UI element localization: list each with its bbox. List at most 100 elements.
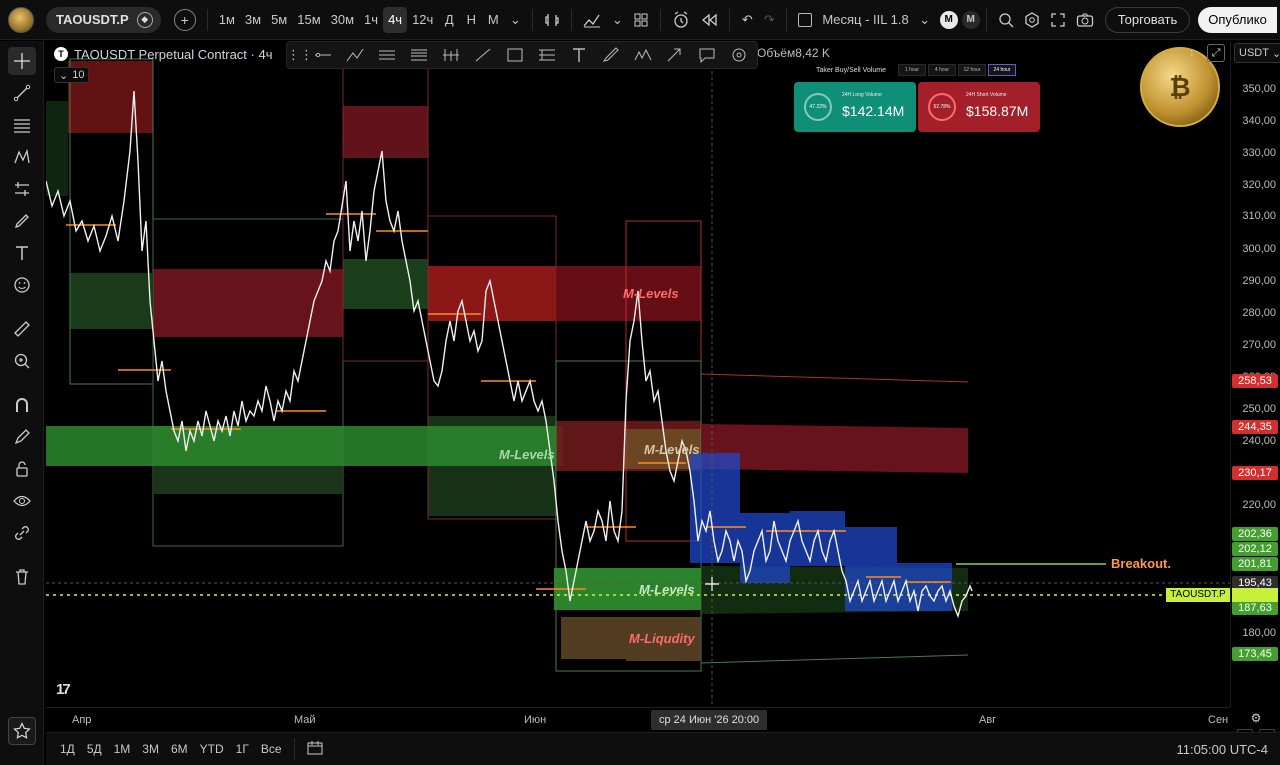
fib-channel-icon[interactable] <box>403 42 435 68</box>
timeframe-12h[interactable]: 12ч <box>407 7 438 33</box>
fib-retracement-icon[interactable] <box>8 111 36 139</box>
timeframe-dropdown-chevron-icon[interactable]: ⌄ <box>504 7 526 33</box>
alert-clock-icon[interactable] <box>667 7 695 33</box>
favorites-star-icon[interactable] <box>8 717 36 745</box>
ruler-icon[interactable] <box>8 315 36 343</box>
chart-legend[interactable]: T TAOUSDT Perpetual Contract · 4ч <box>54 45 272 63</box>
taker-tab-4h[interactable]: 4 hour <box>928 64 956 76</box>
camera-icon[interactable] <box>1071 7 1099 33</box>
emoji-icon[interactable] <box>8 271 36 299</box>
text-tool-icon[interactable] <box>8 239 36 267</box>
candle-style-icon[interactable] <box>539 7 565 33</box>
symbol-search-button[interactable]: TAOUSDT.P ◆ <box>46 6 161 33</box>
tradingview-logo[interactable]: 17 <box>56 681 71 698</box>
taker-volume-panel: Taker Buy/Sell Volume 1 hour 4 hour 12 h… <box>794 64 1040 134</box>
parallel-channel-icon[interactable] <box>371 42 403 68</box>
m2-badge[interactable]: M <box>961 10 980 29</box>
download-icon[interactable]: ↓ <box>1184 45 1200 61</box>
callout-icon[interactable] <box>691 42 723 68</box>
text-tool-icon[interactable] <box>563 42 595 68</box>
eye-icon[interactable] <box>8 487 36 515</box>
maximize-icon[interactable]: ⤢ <box>1207 44 1225 62</box>
range-1m[interactable]: 1М <box>108 742 137 756</box>
range-1y[interactable]: 1Г <box>230 742 255 756</box>
indicators-icon[interactable] <box>578 7 606 33</box>
chart-canvas[interactable]: T TAOUSDT Perpetual Contract · 4ч ⌄ 10 О… <box>46 41 1230 707</box>
trade-button[interactable]: Торговать <box>1104 6 1191 33</box>
horizontal-ray-icon[interactable] <box>307 42 339 68</box>
timeframe-1m[interactable]: 1м <box>214 7 240 33</box>
price-tag: 187,63 <box>1232 601 1278 615</box>
timeframe-5m[interactable]: 5м <box>266 7 292 33</box>
time-label: Сен <box>1208 714 1229 726</box>
projection-tool-icon[interactable] <box>8 175 36 203</box>
undo-icon[interactable]: ↶ <box>736 7 758 33</box>
range-3m[interactable]: 3М <box>136 742 165 756</box>
trash-icon[interactable] <box>8 563 36 591</box>
lock-icon[interactable] <box>8 455 36 483</box>
layout-grid-icon[interactable] <box>628 7 654 33</box>
path-tool-icon[interactable] <box>339 42 371 68</box>
taker-tab-1h[interactable]: 1 hour <box>898 64 926 76</box>
time-axis-settings-gear-icon[interactable]: ⚙ <box>1248 711 1264 727</box>
rectangle-icon[interactable] <box>499 42 531 68</box>
supply-zone <box>343 106 428 158</box>
long-position-icon[interactable] <box>531 42 563 68</box>
timeframe-day[interactable]: Д <box>438 7 460 33</box>
link-icon[interactable] <box>8 519 36 547</box>
price-tag: 244,35 <box>1232 420 1278 434</box>
crosshair-cursor-icon[interactable] <box>8 47 36 75</box>
range-ytd[interactable]: YTD <box>194 742 230 756</box>
indicators-chevron-icon[interactable]: ⌄ <box>606 7 628 33</box>
publish-button[interactable]: Опублико <box>1198 6 1277 33</box>
stay-in-drawing-mode-icon[interactable] <box>8 423 36 451</box>
trend-line-icon[interactable] <box>8 79 36 107</box>
brush-icon[interactable] <box>8 207 36 235</box>
magnet-icon[interactable] <box>8 391 36 419</box>
time-axis[interactable]: Апр Май Июн Авг Сен ср 24 Июн '26 20:00 <box>46 707 1230 731</box>
line-tool-icon[interactable] <box>467 42 499 68</box>
bottom-toolbar: 1Д 5Д 1М 3М 6М YTD 1Г Все 11:05:00 UTC-4 <box>46 732 1280 765</box>
elliott-wave-icon[interactable] <box>627 42 659 68</box>
timeframe-30m[interactable]: 30м <box>326 7 359 33</box>
demand-zone <box>70 273 152 329</box>
timeframe-1h[interactable]: 1ч <box>359 7 383 33</box>
range-6m[interactable]: 6М <box>165 742 194 756</box>
clock-timezone[interactable]: 11:05:00 UTC-4 <box>1170 742 1274 757</box>
range-1d[interactable]: 1Д <box>54 742 81 756</box>
quick-search-icon[interactable] <box>993 7 1019 33</box>
indicator-collapse-button[interactable]: ⌄ 10 <box>54 67 90 83</box>
taker-tab-24h[interactable]: 24 hour <box>988 64 1016 76</box>
replay-icon[interactable] <box>695 7 723 33</box>
price-axis[interactable]: 350,00 340,00 330,00 320,00 310,00 300,0… <box>1230 41 1280 745</box>
timeframe-15m[interactable]: 15м <box>292 7 325 33</box>
indicator-chevron-icon[interactable]: ⌄ <box>914 7 936 33</box>
m-badge[interactable]: M <box>939 10 958 29</box>
timeframe-4h[interactable]: 4ч <box>383 6 408 33</box>
redo-icon[interactable]: ↷ <box>758 7 780 33</box>
timeframe-week[interactable]: Н <box>460 7 482 33</box>
long-volume-card: 47.22% 24H Long Volume $142.14M <box>794 82 916 132</box>
currency-selector[interactable]: USDT ⌄ <box>1234 43 1280 63</box>
divider <box>985 8 987 31</box>
arrow-marker-icon[interactable] <box>659 42 691 68</box>
settings-gear-icon[interactable] <box>1019 7 1045 33</box>
pitchfork-icon[interactable] <box>435 42 467 68</box>
range-all[interactable]: Все <box>255 742 288 756</box>
drag-handle-icon[interactable]: ⋮⋮ <box>287 42 313 68</box>
taker-tab-12h[interactable]: 12 hour <box>958 64 986 76</box>
brush-tool-icon[interactable] <box>595 42 627 68</box>
range-5d[interactable]: 5Д <box>81 742 108 756</box>
pattern-tool-icon[interactable] <box>8 143 36 171</box>
date-range-calendar-icon[interactable] <box>301 740 329 758</box>
user-avatar[interactable] <box>8 6 34 33</box>
sticker-icon[interactable] <box>723 42 755 68</box>
chart-svg <box>46 58 1230 707</box>
zoom-in-icon[interactable] <box>8 347 36 375</box>
fullscreen-icon[interactable] <box>1045 7 1071 33</box>
timeframe-3m[interactable]: 3м <box>240 7 266 33</box>
add-symbol-button[interactable]: + <box>169 7 201 33</box>
timeframe-month[interactable]: М <box>482 7 504 33</box>
indicator-template-label[interactable]: Месяц - IIL 1.8 <box>817 7 913 33</box>
indicator-template-checkbox-icon[interactable] <box>793 7 817 33</box>
